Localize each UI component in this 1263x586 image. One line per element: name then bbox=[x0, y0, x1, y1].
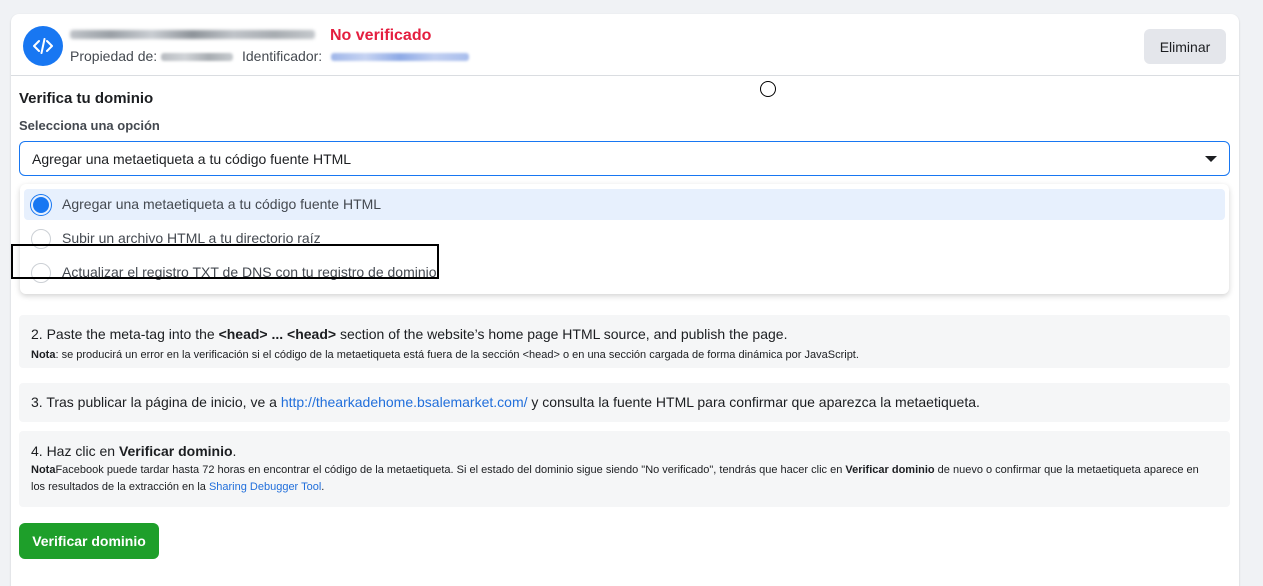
code-icon bbox=[23, 26, 63, 66]
select-label: Selecciona una opción bbox=[19, 118, 160, 133]
step-4: 4. Haz clic en Verificar dominio. NotaFa… bbox=[19, 431, 1230, 507]
option-label: Actualizar el registro TXT de DNS con tu… bbox=[62, 264, 437, 280]
option-label: Agregar una metaetiqueta a tu código fue… bbox=[62, 196, 382, 212]
radio-button[interactable] bbox=[31, 229, 51, 249]
id-label: Identificador: bbox=[242, 48, 323, 64]
radio-button[interactable] bbox=[31, 263, 51, 283]
domain-name-redacted bbox=[70, 30, 315, 39]
option-dns-txt[interactable]: Actualizar el registro TXT de DNS con tu… bbox=[24, 257, 1225, 288]
homepage-link[interactable]: http://thearkadehome.bsalemarket.com/ bbox=[281, 394, 528, 410]
delete-button[interactable]: Eliminar bbox=[1144, 29, 1226, 64]
dropdown-menu: Agregar una metaetiqueta a tu código fue… bbox=[20, 184, 1229, 294]
option-meta-tag[interactable]: Agregar una metaetiqueta a tu código fue… bbox=[24, 189, 1225, 220]
caret-down-icon bbox=[1205, 156, 1217, 162]
verification-method-select[interactable]: Agregar una metaetiqueta a tu código fue… bbox=[19, 141, 1230, 176]
step-2: 2. Paste the meta-tag into the <head> ..… bbox=[19, 315, 1230, 368]
section-title: Verifica tu dominio bbox=[19, 90, 154, 107]
status-badge: No verificado bbox=[330, 27, 432, 44]
step-3-text: 3. Tras publicar la página de inicio, ve… bbox=[31, 394, 980, 410]
domain-header: No verificado Propiedad de: Identificado… bbox=[11, 14, 1239, 76]
domain-card: No verificado Propiedad de: Identificado… bbox=[11, 14, 1239, 586]
step-4-note: NotaFacebook puede tardar hasta 72 horas… bbox=[31, 464, 1199, 493]
step-2-text: 2. Paste the meta-tag into the <head> ..… bbox=[31, 326, 788, 342]
mouse-cursor-icon bbox=[760, 81, 776, 97]
property-label: Propiedad de: bbox=[70, 48, 158, 64]
step-3: 3. Tras publicar la página de inicio, ve… bbox=[19, 383, 1230, 422]
step-2-note: Nota: se producirá un error en la verifi… bbox=[31, 349, 859, 361]
id-redacted bbox=[331, 53, 469, 61]
verify-domain-button[interactable]: Verificar dominio bbox=[19, 523, 159, 559]
sharing-debugger-link[interactable]: Sharing Debugger Tool bbox=[209, 481, 321, 493]
select-value: Agregar una metaetiqueta a tu código fue… bbox=[32, 151, 352, 167]
step-4-text: 4. Haz clic en Verificar dominio. bbox=[31, 443, 237, 459]
page-edge bbox=[1244, 0, 1263, 586]
option-html-file[interactable]: Subir un archivo HTML a tu directorio ra… bbox=[24, 223, 1225, 254]
option-label: Subir un archivo HTML a tu directorio ra… bbox=[62, 230, 321, 246]
owner-redacted bbox=[161, 53, 233, 61]
radio-button[interactable] bbox=[31, 195, 51, 215]
